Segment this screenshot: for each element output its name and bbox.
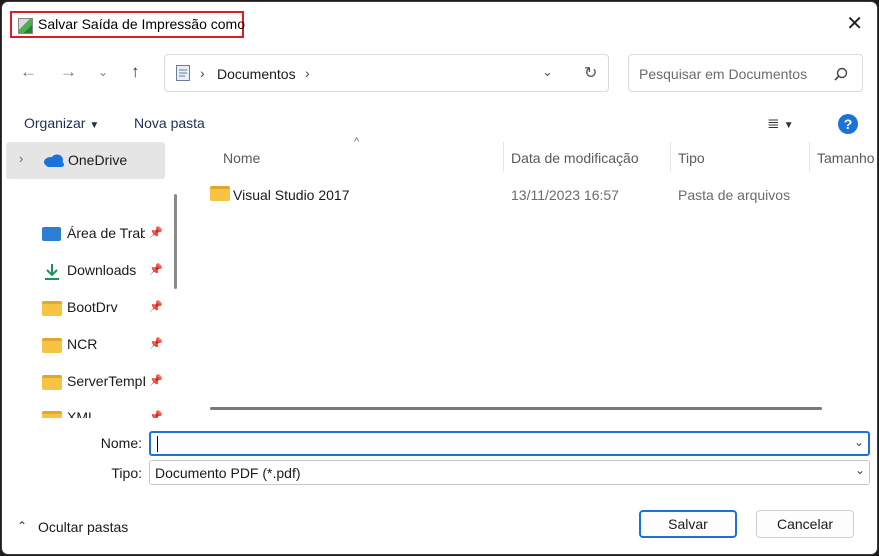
- sidebar-item-desktop[interactable]: Área de Trabalho 📌: [42, 224, 163, 246]
- folder-icon: [42, 411, 62, 418]
- pin-icon[interactable]: 📌: [149, 337, 163, 350]
- title-highlight: Salvar Saída de Impressão como: [10, 11, 245, 38]
- folder-icon: [42, 375, 62, 390]
- folder-icon: [42, 338, 62, 353]
- pin-icon[interactable]: 📌: [149, 374, 163, 387]
- sidebar-item-xml-clip: XML 📌: [42, 406, 167, 418]
- file-list-scrollbar[interactable]: [210, 407, 822, 410]
- forward-button[interactable]: →: [60, 62, 77, 82]
- chevron-down-icon[interactable]: ⌄: [855, 463, 865, 477]
- column-divider[interactable]: [503, 142, 504, 172]
- documents-icon: [176, 65, 190, 81]
- text-cursor: [157, 436, 158, 452]
- file-type: Pasta de arquivos: [678, 187, 791, 203]
- folder-icon: [210, 186, 230, 201]
- save-button[interactable]: Salvar: [639, 510, 737, 538]
- new-folder-button[interactable]: Nova pasta: [134, 115, 205, 131]
- view-options-button[interactable]: ≣ ▼: [767, 114, 794, 132]
- sidebar-item-label: XML: [67, 409, 96, 418]
- window-title: Salvar Saída de Impressão como: [38, 16, 245, 32]
- app-icon: [18, 18, 33, 34]
- sidebar-item-servertempd[interactable]: ServerTempD 📌: [42, 372, 163, 394]
- arrow-right-icon: →: [60, 62, 77, 81]
- caret-down-icon: ▼: [783, 120, 794, 131]
- help-icon[interactable]: ?: [838, 114, 858, 134]
- file-type-select[interactable]: Documento PDF (*.pdf) ⌄: [149, 460, 870, 485]
- sidebar-item-onedrive[interactable]: › OneDrive: [6, 142, 165, 179]
- organize-label: Organizar: [24, 115, 86, 131]
- breadcrumb-documents[interactable]: Documentos: [217, 66, 296, 82]
- hide-folders-button[interactable]: Ocultar pastas: [38, 519, 128, 535]
- arrow-up-icon: ↑: [131, 62, 140, 81]
- folder-icon: [42, 301, 62, 316]
- cloud-icon: [44, 154, 64, 167]
- column-header-size[interactable]: Tamanho: [817, 150, 875, 166]
- address-dropdown-icon[interactable]: ⌄: [542, 64, 553, 80]
- pin-icon[interactable]: 📌: [149, 226, 163, 239]
- sidebar-item-bootdrv[interactable]: BootDrv 📌: [42, 298, 163, 320]
- chevron-down-icon[interactable]: ⌄: [854, 435, 864, 449]
- file-type-value: Documento PDF (*.pdf): [155, 465, 301, 481]
- name-label: Nome:: [100, 435, 142, 451]
- save-dialog: Salvar Saída de Impressão como ✕ ← → ⌄ ↑…: [1, 1, 878, 555]
- column-header-name[interactable]: Nome: [223, 150, 260, 166]
- column-header-type[interactable]: Tipo: [678, 150, 705, 166]
- pin-icon[interactable]: 📌: [149, 300, 163, 313]
- breadcrumb-chevron-icon: ›: [200, 65, 205, 81]
- search-icon: [834, 67, 848, 81]
- back-button[interactable]: ←: [20, 62, 37, 82]
- pin-icon[interactable]: 📌: [149, 410, 163, 418]
- sidebar-item-ncr[interactable]: NCR 📌: [42, 335, 163, 357]
- download-icon: [45, 264, 59, 280]
- sidebar-item-label: OneDrive: [68, 152, 128, 168]
- desktop-icon: [42, 227, 61, 241]
- address-bar[interactable]: › Documentos › ⌄ ↻: [164, 54, 609, 92]
- search-box[interactable]: Pesquisar em Documentos: [628, 54, 863, 92]
- sidebar-item-xml[interactable]: XML 📌: [42, 408, 163, 418]
- sidebar-item-label: Área de Trabalho: [67, 225, 145, 241]
- type-label: Tipo:: [111, 465, 142, 481]
- list-view-icon: ≣: [767, 115, 780, 132]
- sidebar-item-downloads[interactable]: Downloads 📌: [42, 261, 163, 283]
- sidebar-scrollbar[interactable]: [174, 194, 177, 289]
- chevron-down-icon: ⌄: [98, 65, 109, 79]
- recent-locations-button[interactable]: ⌄: [98, 65, 108, 79]
- breadcrumb-chevron-icon: ›: [305, 65, 310, 81]
- file-name[interactable]: Visual Studio 2017: [233, 187, 350, 203]
- file-modified: 13/11/2023 16:57: [511, 187, 619, 203]
- cancel-button[interactable]: Cancelar: [756, 510, 854, 538]
- search-input[interactable]: Pesquisar em Documentos: [639, 66, 807, 82]
- up-button[interactable]: ↑: [131, 62, 140, 82]
- chevron-up-icon[interactable]: ⌃: [17, 519, 27, 533]
- sidebar-item-label: BootDrv: [67, 299, 118, 315]
- refresh-icon[interactable]: ↻: [584, 63, 597, 83]
- file-name-field[interactable]: ⌄: [149, 431, 870, 456]
- expand-chevron-icon[interactable]: ›: [19, 151, 23, 166]
- sort-ascending-icon: ^: [354, 136, 360, 148]
- caret-down-icon: ▼: [89, 120, 100, 131]
- pin-icon[interactable]: 📌: [149, 263, 163, 276]
- column-header-modified[interactable]: Data de modificação: [511, 150, 639, 166]
- organize-button[interactable]: Organizar ▼: [24, 115, 99, 131]
- sidebar-item-label: Downloads: [67, 262, 137, 278]
- column-divider[interactable]: [809, 142, 810, 172]
- sidebar-item-label: ServerTempD: [67, 373, 145, 389]
- column-divider[interactable]: [670, 142, 671, 172]
- sidebar-item-label: NCR: [67, 336, 98, 352]
- arrow-left-icon: ←: [20, 62, 37, 81]
- close-icon[interactable]: ✕: [846, 11, 863, 36]
